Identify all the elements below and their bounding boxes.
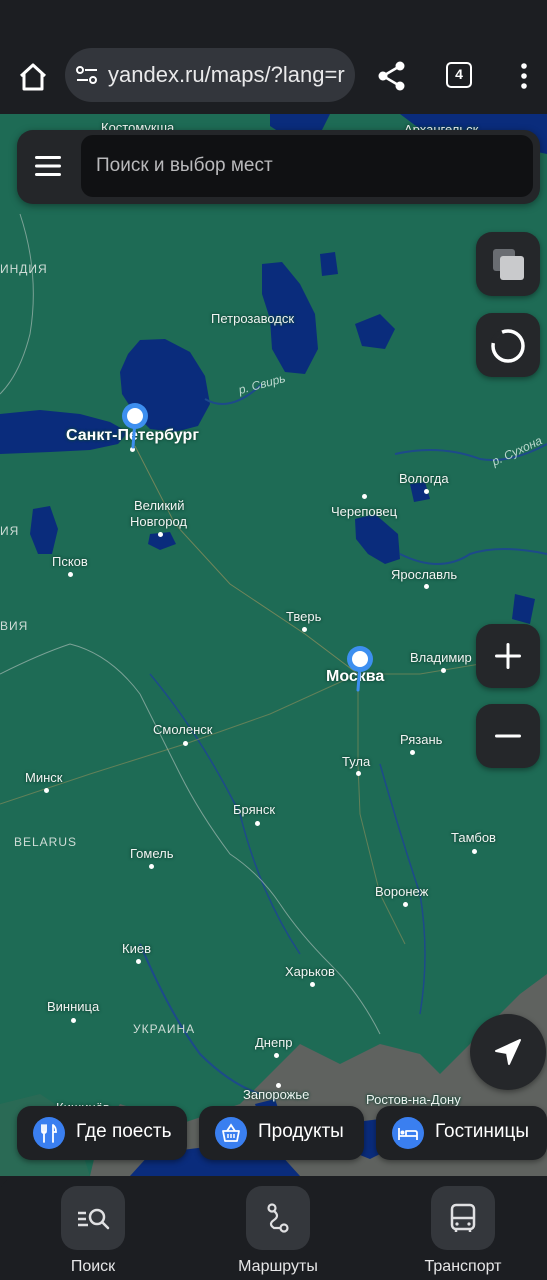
chip-hotels[interactable]: Гостиницы <box>376 1106 547 1160</box>
tune-icon[interactable] <box>75 64 99 86</box>
chip-label: Продукты <box>258 1121 344 1142</box>
nav-routes[interactable]: Маршруты <box>218 1186 338 1276</box>
chip-groceries[interactable]: Продукты <box>199 1106 364 1160</box>
map-base <box>0 114 547 1176</box>
nav-transport[interactable]: Транспорт <box>403 1186 523 1276</box>
bottom-navigation: Поиск Маршруты Транспорт <box>0 1176 547 1280</box>
city-dot <box>255 821 260 826</box>
route-icon <box>246 1186 310 1250</box>
fork-knife-icon <box>33 1117 65 1149</box>
city-label[interactable]: Владимир <box>410 650 472 665</box>
city-label[interactable]: Харьков <box>285 964 335 979</box>
compass-icon <box>490 329 525 363</box>
city-label[interactable]: Тверь <box>286 609 321 624</box>
city-label[interactable]: Тула <box>342 754 370 769</box>
nav-search[interactable]: Поиск <box>33 1186 153 1276</box>
city-label[interactable]: Череповец <box>331 504 397 519</box>
city-label[interactable]: Великий <box>134 498 185 513</box>
plus-icon <box>495 643 521 669</box>
nav-label: Поиск <box>70 1258 116 1275</box>
city-dot <box>424 489 429 494</box>
navigation-arrow-icon <box>495 1039 521 1065</box>
chip-food[interactable]: Где поесть <box>17 1106 187 1160</box>
city-dot <box>362 494 367 499</box>
search-input[interactable] <box>81 135 533 197</box>
zoom-out-button[interactable] <box>476 704 540 768</box>
city-label[interactable]: Тамбов <box>451 830 496 845</box>
city-dot <box>441 668 446 673</box>
bed-icon <box>392 1117 424 1149</box>
map-pin[interactable] <box>120 401 150 449</box>
city-dot <box>183 741 188 746</box>
bus-icon <box>431 1186 495 1250</box>
city-label[interactable]: Ярославль <box>391 567 457 582</box>
city-dot <box>472 849 477 854</box>
city-label[interactable]: Петрозаводск <box>211 311 294 326</box>
city-dot <box>356 771 361 776</box>
layers-button[interactable] <box>476 232 540 296</box>
city-label[interactable]: Вологда <box>399 471 449 486</box>
city-label[interactable]: Псков <box>52 554 88 569</box>
zoom-in-button[interactable] <box>476 624 540 688</box>
hamburger-menu-icon[interactable] <box>35 156 61 176</box>
browser-toolbar: yandex.ru/maps/?lang=r 4 <box>0 40 547 114</box>
city-label[interactable]: Брянск <box>233 802 275 817</box>
city-label[interactable]: Запорожье <box>243 1087 309 1102</box>
home-icon[interactable] <box>14 58 52 96</box>
search-list-icon <box>61 1186 125 1250</box>
nav-label: Маршруты <box>238 1258 318 1275</box>
city-dot <box>302 627 307 632</box>
city-dot <box>136 959 141 964</box>
nav-label: Транспорт <box>424 1258 502 1275</box>
city-dot <box>71 1018 76 1023</box>
city-dot <box>310 982 315 987</box>
city-label[interactable]: Киев <box>122 941 151 956</box>
map-view[interactable]: ИНДИЯ ИЯ ВИЯ BELARUS УКРАИНА р. Свирь р.… <box>0 114 547 1176</box>
city-dot <box>68 572 73 577</box>
url-text[interactable]: yandex.ru/maps/?lang=r <box>108 62 345 88</box>
city-dot <box>424 584 429 589</box>
city-label[interactable]: Новгород <box>130 514 187 529</box>
address-bar[interactable]: yandex.ru/maps/?lang=r <box>65 48 355 102</box>
minus-icon <box>495 734 521 738</box>
city-label[interactable]: Смоленск <box>153 722 212 737</box>
country-label: ВИЯ <box>0 619 29 633</box>
city-label[interactable]: Гомель <box>130 846 174 861</box>
city-dot <box>158 532 163 537</box>
share-icon[interactable] <box>374 58 410 94</box>
city-label[interactable]: Винница <box>47 999 99 1014</box>
country-label: BELARUS <box>14 835 78 849</box>
country-label: УКРАИНА <box>133 1022 196 1036</box>
compass-button[interactable] <box>476 313 540 377</box>
country-label: ИЯ <box>0 524 20 538</box>
city-label[interactable]: Минск <box>25 770 62 785</box>
locate-me-button[interactable] <box>470 1014 546 1090</box>
city-label[interactable]: Воронеж <box>375 884 428 899</box>
status-bar <box>0 0 547 40</box>
city-dot <box>410 750 415 755</box>
city-dot <box>403 902 408 907</box>
city-dot <box>149 864 154 869</box>
basket-icon <box>215 1117 247 1149</box>
city-label[interactable]: Рязань <box>400 732 442 747</box>
city-dot <box>276 1083 281 1088</box>
chip-label: Гостиницы <box>435 1121 530 1142</box>
city-label[interactable]: Днепр <box>255 1035 292 1050</box>
more-vert-icon[interactable] <box>516 58 532 94</box>
tabs-counter-button[interactable]: 4 <box>446 62 472 88</box>
map-pin[interactable] <box>345 644 375 692</box>
city-dot <box>44 788 49 793</box>
city-dot <box>274 1053 279 1058</box>
layers-icon <box>493 249 524 280</box>
search-bar <box>17 130 540 204</box>
country-label: ИНДИЯ <box>0 262 48 276</box>
chip-label: Где поесть <box>76 1121 172 1142</box>
city-label[interactable]: Ростов-на-Дону <box>366 1092 461 1107</box>
